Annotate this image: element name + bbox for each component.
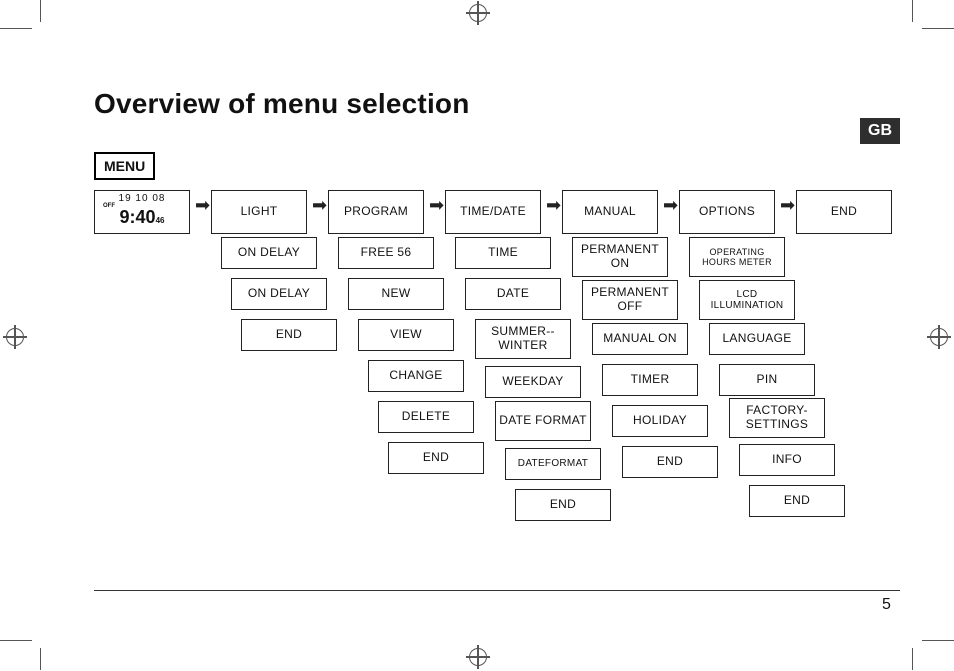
menu-head-end: END: [796, 190, 892, 234]
menu-item: END: [515, 489, 611, 521]
menu-item: OPERATING HOURS METER: [689, 237, 785, 277]
language-badge: GB: [860, 118, 900, 144]
menu-item: MANUAL ON: [592, 323, 688, 355]
arrow-right-icon: ➡: [663, 196, 678, 214]
menu-item: END: [622, 446, 718, 478]
arrow-right-icon: ➡: [195, 196, 210, 214]
registration-mark: [930, 328, 948, 346]
display-time: 9:4046: [99, 207, 185, 228]
menu-head-options: OPTIONS: [679, 190, 775, 234]
menu-root-label: MENU: [94, 152, 155, 180]
crop-mark: [922, 28, 954, 29]
menu-item: END: [241, 319, 337, 351]
menu-item: FACTORY- SETTINGS: [729, 398, 825, 438]
menu-item: ON DELAY: [221, 237, 317, 269]
menu-head-program: PROGRAM: [328, 190, 424, 234]
menu-item: TIME: [455, 237, 551, 269]
page-number: 5: [882, 596, 891, 614]
arrow-right-icon: ➡: [780, 196, 795, 214]
lcd-display-box: 19 10 08 OFF 9:4046: [94, 190, 190, 234]
crop-mark: [922, 640, 954, 641]
menu-item: DATEFORMAT: [505, 448, 601, 480]
registration-mark: [469, 648, 487, 666]
crop-mark: [0, 640, 32, 641]
menu-item: SUMMER-- WINTER: [475, 319, 571, 359]
menu-item: DATE: [465, 278, 561, 310]
crop-mark: [40, 0, 41, 22]
menu-item: FREE 56: [338, 237, 434, 269]
menu-head-light: LIGHT: [211, 190, 307, 234]
menu-item: LANGUAGE: [709, 323, 805, 355]
arrow-right-icon: ➡: [312, 196, 327, 214]
page-title: Overview of menu selection: [94, 88, 470, 120]
footer-rule: [94, 590, 900, 591]
menu-item: PERMANENT ON: [572, 237, 668, 277]
menu-item: HOLIDAY: [612, 405, 708, 437]
menu-head-manual: MANUAL: [562, 190, 658, 234]
menu-item: DELETE: [378, 401, 474, 433]
menu-item: CHANGE: [368, 360, 464, 392]
menu-head-timedate: TIME/DATE: [445, 190, 541, 234]
menu-item: PIN: [719, 364, 815, 396]
menu-item: NEW: [348, 278, 444, 310]
manual-page: Overview of menu selection GB 5 MENU 19 …: [0, 0, 954, 671]
crop-mark: [0, 28, 32, 29]
menu-item: PERMANENT OFF: [582, 280, 678, 320]
crop-mark: [912, 648, 913, 670]
menu-item: WEEKDAY: [485, 366, 581, 398]
menu-item: ON DELAY: [231, 278, 327, 310]
registration-mark: [6, 328, 24, 346]
registration-mark: [469, 4, 487, 22]
menu-item: INFO: [739, 444, 835, 476]
crop-mark: [40, 648, 41, 670]
arrow-right-icon: ➡: [546, 196, 561, 214]
menu-item: END: [749, 485, 845, 517]
arrow-right-icon: ➡: [429, 196, 444, 214]
menu-item: VIEW: [358, 319, 454, 351]
menu-item: END: [388, 442, 484, 474]
crop-mark: [912, 0, 913, 22]
menu-item: LCD ILLUMINATION: [699, 280, 795, 320]
menu-item: DATE FORMAT: [495, 401, 591, 441]
menu-item: TIMER: [602, 364, 698, 396]
